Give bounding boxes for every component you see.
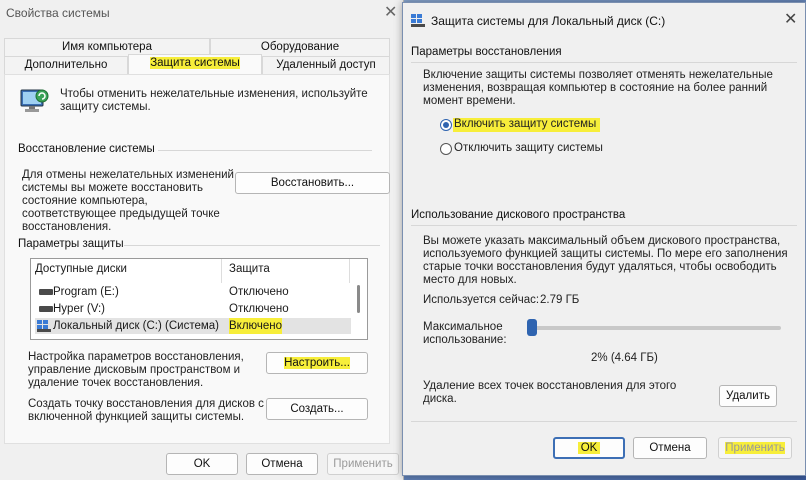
delete-text-1: Удаление всех точек восстановления для э… — [423, 380, 677, 392]
col-drives-header[interactable]: Доступные диски — [35, 263, 127, 275]
restore-header: Восстановление системы — [18, 143, 155, 155]
create-text-1: Создать точку восстановления для дисков … — [28, 398, 264, 410]
disable-protection-radio[interactable] — [440, 143, 452, 155]
close-icon[interactable]: ✕ — [784, 9, 797, 29]
restore-divider — [158, 150, 372, 151]
tab-advanced[interactable]: Дополнительно — [4, 56, 128, 74]
restore-text-3: состояние компьютера, — [22, 195, 148, 207]
restore-text-4: соответствующее предыдущей точке — [22, 208, 220, 220]
ok-button-label: OK — [577, 442, 601, 454]
disk-usage-text-3: старые точки восстановления будут удалят… — [423, 261, 777, 273]
configure-text-3: удаление точек восстановления. — [28, 377, 204, 389]
max-usage-label-1: Максимальное — [423, 321, 503, 333]
current-usage-label: Используется сейчас: — [423, 294, 540, 306]
restore-settings-divider — [411, 62, 797, 63]
drive-protection: Отключено — [229, 303, 289, 315]
restore-button[interactable]: Восстановить... — [235, 172, 390, 194]
delete-text-2: диска. — [423, 393, 457, 405]
restore-text-5: восстановления. — [22, 221, 112, 233]
enable-protection-label[interactable]: Включить защиту системы — [453, 118, 601, 132]
enable-protection-radio[interactable] — [440, 119, 452, 131]
disk-usage-divider — [411, 225, 797, 226]
restore-text-2: системы вы можете восстановить — [22, 182, 203, 194]
params-divider — [124, 245, 380, 246]
create-button[interactable]: Создать... — [266, 398, 368, 420]
col-separator — [221, 259, 222, 283]
col-separator-2 — [349, 259, 350, 283]
delete-button[interactable]: Удалить — [719, 385, 777, 407]
disk-usage-text-4: место для новых. — [423, 274, 517, 286]
restore-text-1: Для отмены нежелательных изменений — [22, 169, 234, 181]
apply-button-label: Применить — [725, 442, 785, 454]
restore-settings-header: Параметры восстановления — [411, 46, 562, 58]
system-protection-icon — [18, 86, 50, 118]
list-scrollbar[interactable] — [357, 285, 360, 313]
drive-name: Program (E:) — [53, 286, 119, 298]
max-usage-slider-track[interactable] — [527, 326, 781, 330]
drive-icon — [39, 289, 53, 295]
max-usage-value: 2% (4.64 ГБ) — [591, 352, 658, 364]
restore-settings-text-1: Включение защиты системы позволяет отмен… — [423, 69, 773, 81]
close-icon[interactable]: ✕ — [384, 2, 397, 22]
apply-button[interactable]: Применить — [718, 437, 792, 459]
cancel-button[interactable]: Отмена — [633, 437, 707, 459]
drive-protection: Включено — [229, 318, 283, 334]
drive-icon — [39, 306, 53, 312]
configure-text-1: Настройка параметров восстановления, — [28, 351, 244, 363]
cancel-button[interactable]: Отмена — [246, 453, 318, 475]
drive-name: Hyper (V:) — [53, 303, 105, 315]
system-protection-dialog: Защита системы для Локальный диск (C:) ✕… — [402, 2, 806, 476]
tab-remote[interactable]: Удаленный доступ — [262, 56, 390, 74]
max-usage-label-2: использование: — [423, 334, 507, 346]
windows-drive-icon — [37, 320, 51, 332]
dialog-title: Защита системы для Локальный диск (C:) — [431, 14, 666, 28]
window-title: Свойства системы — [6, 6, 110, 20]
system-properties-window: Свойства системы ✕ Имя компьютера Оборуд… — [0, 0, 404, 480]
max-usage-slider-thumb[interactable] — [526, 319, 537, 336]
col-protection-header[interactable]: Защита — [229, 263, 270, 275]
drive-name: Локальный диск (C:) (Система) — [53, 320, 219, 332]
disable-protection-label[interactable]: Отключить защиту системы — [454, 142, 603, 156]
disk-usage-text-1: Вы можете указать максимальный объем дис… — [423, 235, 781, 247]
create-text-2: включенной функцией защиты системы. — [28, 411, 245, 423]
drives-list[interactable]: Доступные диски Защита Program (E:) Откл… — [30, 258, 368, 340]
configure-text-2: управление дисковым пространством и — [28, 364, 241, 376]
tab-system-protection[interactable]: Защита системы — [128, 54, 262, 74]
dialog-app-icon — [411, 14, 425, 27]
drive-row-selected[interactable]: Локальный диск (C:) (Система) Включено — [35, 318, 351, 334]
drive-row[interactable]: Program (E:) Отключено — [35, 284, 351, 300]
configure-button-label: Настроить... — [284, 357, 350, 369]
footer-divider — [411, 421, 797, 422]
disk-usage-text-2: используемого функцией защиты системы. П… — [423, 248, 788, 260]
configure-button[interactable]: Настроить... — [266, 352, 368, 374]
restore-settings-text-3: момент времени. — [423, 95, 516, 107]
intro-line-2: защиту системы. — [60, 101, 151, 113]
current-usage-value: 2.79 ГБ — [540, 294, 580, 306]
params-header: Параметры защиты — [18, 238, 124, 250]
ok-button[interactable]: OK — [166, 453, 238, 475]
drive-protection: Отключено — [229, 286, 289, 298]
apply-button[interactable]: Применить — [327, 453, 399, 475]
disk-usage-header: Использование дискового пространства — [411, 209, 626, 221]
ok-button[interactable]: OK — [553, 437, 625, 459]
drive-row[interactable]: Hyper (V:) Отключено — [35, 301, 351, 317]
restore-settings-text-2: изменения, возвращая компьютер в состоян… — [423, 82, 768, 94]
tab-system-protection-label: Защита системы — [150, 57, 240, 69]
intro-line-1: Чтобы отменить нежелательные изменения, … — [60, 88, 368, 100]
